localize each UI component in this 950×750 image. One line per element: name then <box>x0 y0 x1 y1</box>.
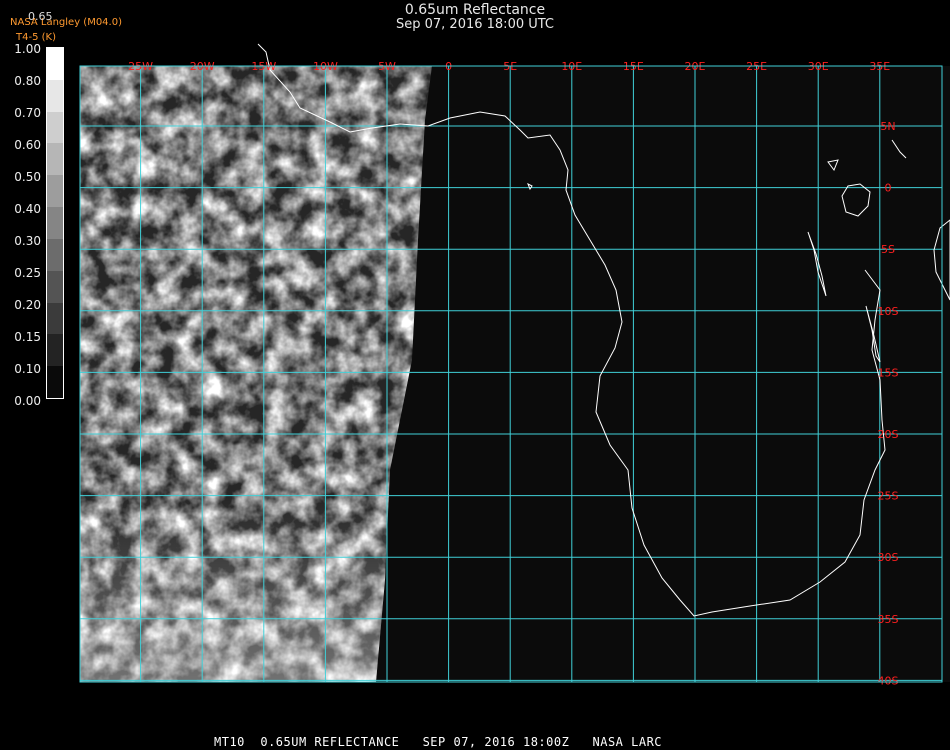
latitude-label: 15S <box>878 366 899 379</box>
latitude-label: 10S <box>878 305 899 318</box>
footer-caption: MT10 0.65UM REFLECTANCE SEP 07, 2016 18:… <box>214 735 663 749</box>
latitude-label: 30S <box>878 551 899 564</box>
satellite-map: 25W 20W 15W 10W 5W 0 5E 10E 15E 20E 25E 30E 35E 5N05… <box>79 43 950 687</box>
latitude-label: 0 <box>885 182 892 195</box>
latitude-label: 35S <box>878 613 899 626</box>
latitude-label: 40S <box>878 674 899 687</box>
latitude-label: 5N <box>880 120 895 133</box>
latitude-label: 20S <box>878 428 899 441</box>
latitude-label: 25S <box>878 490 899 503</box>
latitude-label: 5S <box>881 243 895 256</box>
